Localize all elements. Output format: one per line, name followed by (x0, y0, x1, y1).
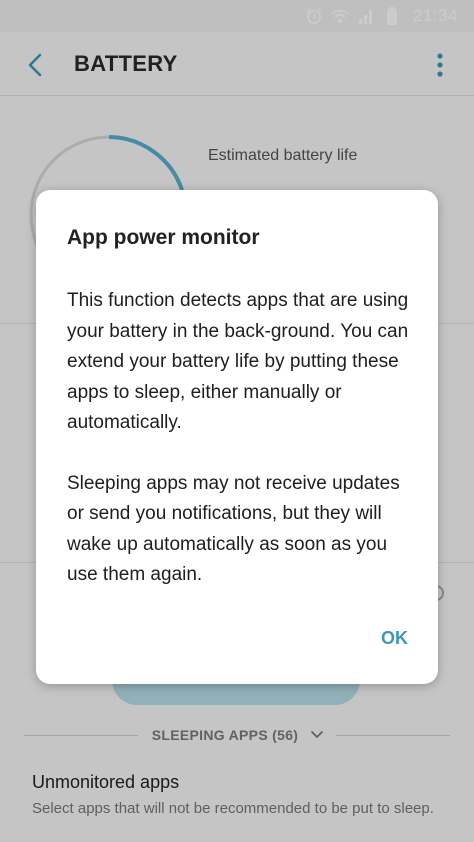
app-power-monitor-dialog: App power monitor This function detects … (36, 190, 438, 684)
dialog-title: App power monitor (67, 226, 260, 249)
dialog-body: This function detects apps that are usin… (67, 286, 417, 591)
dialog-paragraph-2: Sleeping apps may not receive updates or… (67, 472, 400, 586)
dialog-paragraph-1: This function detects apps that are usin… (67, 290, 409, 433)
ok-button[interactable]: OK (381, 628, 408, 649)
